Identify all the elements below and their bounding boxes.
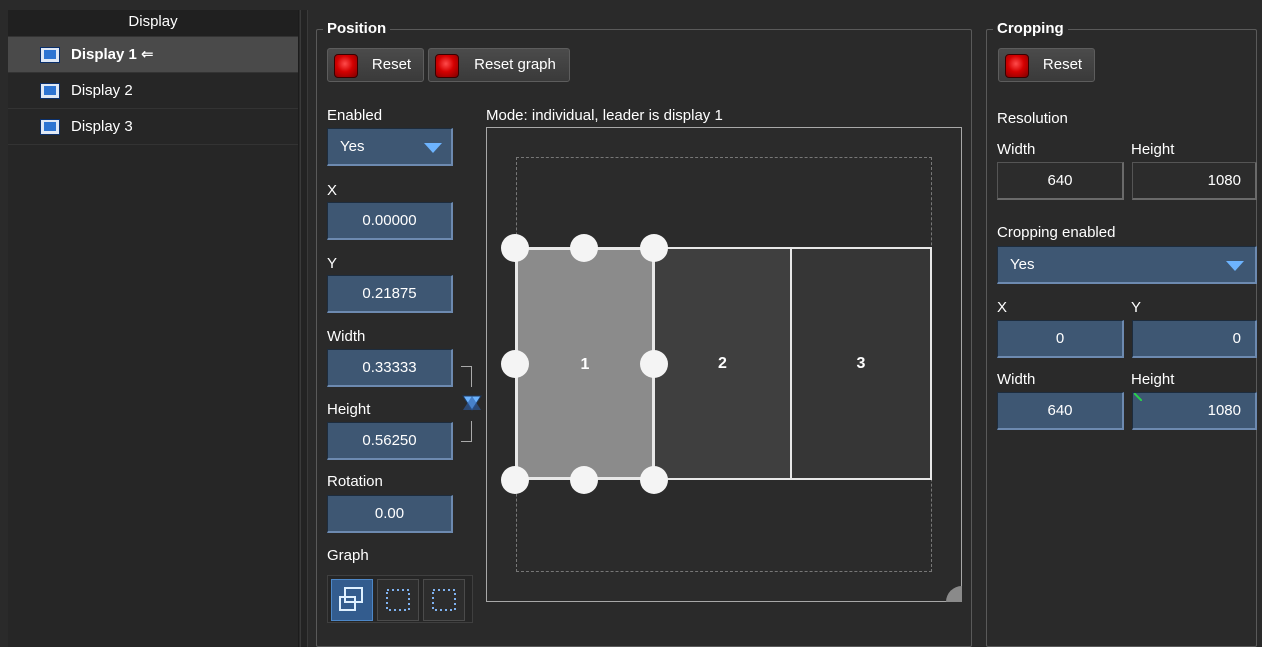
- resize-handle-bottom-right[interactable]: [640, 466, 668, 494]
- crop-y-label: Y: [1131, 299, 1142, 316]
- triangle-down-icon: [424, 143, 442, 153]
- reset-cropping-button[interactable]: Reset: [998, 48, 1095, 82]
- x-field[interactable]: 0.00000: [327, 202, 453, 240]
- graph-display-3[interactable]: 3: [790, 247, 932, 480]
- resolution-width-field: 640: [997, 162, 1124, 200]
- crop-height-label: Height: [1131, 371, 1175, 388]
- cropping-enabled-select[interactable]: Yes: [997, 246, 1257, 284]
- resize-handle-left[interactable]: [501, 350, 529, 378]
- y-label: Y: [327, 255, 338, 272]
- resolution-label: Resolution: [997, 110, 1068, 127]
- crop-x-label: X: [997, 299, 1008, 316]
- graph-mode-dotted-button-1[interactable]: [377, 579, 419, 621]
- monitor-icon: [40, 119, 60, 135]
- red-square-icon: [435, 54, 459, 78]
- dotted-square-icon: [386, 589, 410, 611]
- resize-handle-top-right[interactable]: [640, 234, 668, 262]
- position-title: Position: [323, 20, 391, 38]
- cropping-enabled-value: Yes: [1010, 256, 1035, 273]
- resize-handle-top[interactable]: [570, 234, 598, 262]
- graph-display-1[interactable]: 1: [515, 247, 655, 480]
- edited-marker-icon: [1134, 393, 1142, 401]
- enabled-label: Enabled: [327, 107, 383, 124]
- dotted-square-icon: [432, 589, 456, 611]
- crop-width-field[interactable]: 640: [997, 392, 1124, 430]
- aspect-bracket-bottom: [461, 421, 472, 442]
- reset-cropping-label: Reset: [1042, 56, 1083, 73]
- width-field[interactable]: 0.33333: [327, 349, 453, 387]
- resolution-width-label: Width: [997, 141, 1036, 158]
- reset-graph-button[interactable]: Reset graph: [428, 48, 570, 82]
- aspect-bracket-top: [461, 366, 472, 387]
- x-label: X: [327, 182, 338, 199]
- rotation-field[interactable]: 0.00: [327, 495, 453, 533]
- canvas-resize-grip-icon[interactable]: [946, 586, 962, 602]
- height-label: Height: [327, 401, 371, 418]
- monitor-icon: [40, 83, 60, 99]
- overlap-squares-icon: [339, 587, 363, 611]
- reset-graph-label: Reset graph: [474, 56, 556, 73]
- panel-splitter[interactable]: [300, 10, 308, 647]
- display-list-item-label: Display 3: [71, 118, 133, 135]
- aspect-lock-icon[interactable]: [462, 395, 482, 411]
- display-list-item-2[interactable]: Display 2: [8, 73, 298, 109]
- crop-height-field[interactable]: 1080: [1132, 392, 1257, 430]
- width-label: Width: [327, 328, 366, 345]
- resize-handle-right[interactable]: [640, 350, 668, 378]
- enabled-value: Yes: [340, 138, 365, 155]
- reset-position-label: Reset: [371, 56, 412, 73]
- reset-position-button[interactable]: Reset: [327, 48, 424, 82]
- mode-text: Mode: individual, leader is display 1: [486, 107, 723, 124]
- graph-label: Graph: [327, 547, 369, 564]
- resize-handle-bottom[interactable]: [570, 466, 598, 494]
- red-square-icon: [1005, 54, 1029, 78]
- graph-mode-dotted-button-2[interactable]: [423, 579, 465, 621]
- display-list-item-label: Display 1 ⇐: [71, 46, 154, 63]
- resize-handle-top-left[interactable]: [501, 234, 529, 262]
- crop-y-field[interactable]: 0: [1132, 320, 1257, 358]
- display-list-item-label: Display 2: [71, 82, 133, 99]
- enabled-select[interactable]: Yes: [327, 128, 453, 166]
- resolution-height-field: 1080: [1132, 162, 1257, 200]
- triangle-down-icon: [1226, 261, 1244, 271]
- y-field[interactable]: 0.21875: [327, 275, 453, 313]
- crop-width-label: Width: [997, 371, 1036, 388]
- display-list-header: Display: [8, 10, 298, 37]
- graph-display-2[interactable]: 2: [653, 247, 792, 480]
- monitor-icon: [40, 47, 60, 63]
- resolution-height-label: Height: [1131, 141, 1175, 158]
- height-field[interactable]: 0.56250: [327, 422, 453, 460]
- red-square-icon: [334, 54, 358, 78]
- rotation-label: Rotation: [327, 473, 383, 490]
- display-list-item-3[interactable]: Display 3: [8, 109, 298, 145]
- cropping-enabled-label: Cropping enabled: [997, 224, 1116, 241]
- crop-x-field[interactable]: 0: [997, 320, 1124, 358]
- graph-mode-overlap-button[interactable]: [331, 579, 373, 621]
- display-list-item-1[interactable]: Display 1 ⇐: [8, 37, 298, 73]
- display-list-panel: Display Display 1 ⇐ Display 2 Display 3: [8, 10, 299, 647]
- resize-handle-bottom-left[interactable]: [501, 466, 529, 494]
- cropping-title: Cropping: [993, 20, 1068, 38]
